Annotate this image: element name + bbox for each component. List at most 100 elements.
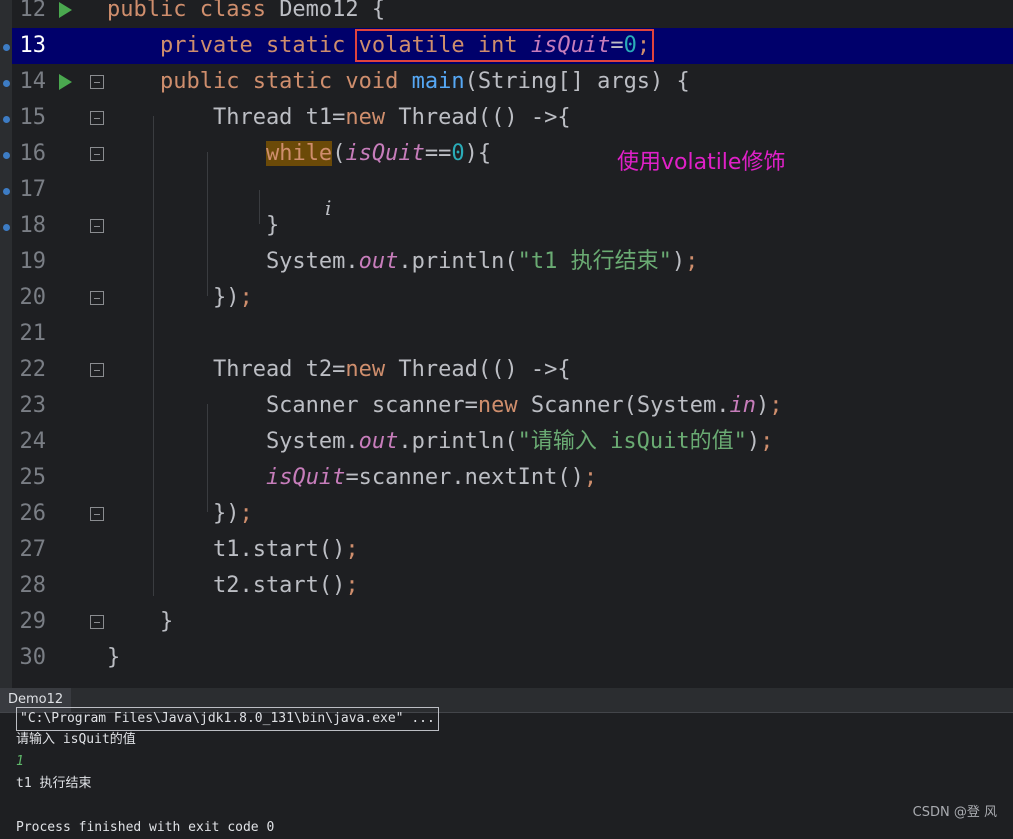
run-gutter-icon[interactable]	[59, 2, 72, 18]
code-line[interactable]: 23 Scanner scanner=new Scanner(System.in…	[12, 388, 1013, 424]
code-token: ){	[464, 141, 492, 166]
code-text: isQuit=scanner.nextInt();	[107, 460, 597, 496]
code-token: =	[610, 33, 624, 58]
code-text: });	[107, 280, 253, 316]
line-number: 14	[19, 69, 47, 94]
fold-toggle-icon[interactable]	[90, 507, 104, 521]
code-line[interactable]: 27 t1.start();	[12, 532, 1013, 568]
code-token: t1.start()	[107, 537, 346, 562]
code-token: Thread t2=	[107, 357, 346, 382]
code-token: )	[671, 249, 686, 274]
code-line[interactable]: 25 isQuit=scanner.nextInt();	[12, 460, 1013, 496]
line-number: 21	[19, 321, 47, 346]
fold-toggle-icon[interactable]	[90, 75, 104, 89]
code-text: public class Demo12 {	[107, 0, 385, 28]
line-number: 18	[19, 213, 47, 238]
code-token: new	[345, 105, 399, 130]
code-token: =scanner.nextInt()	[345, 465, 584, 490]
code-token: main	[411, 69, 465, 94]
code-token: ;	[239, 501, 253, 526]
line-number: 20	[19, 285, 47, 310]
code-line[interactable]: 28 t2.start();	[12, 568, 1013, 604]
code-token: }	[107, 609, 174, 634]
run-gutter-icon[interactable]	[59, 74, 72, 90]
code-token: ;	[685, 249, 699, 274]
console-command-line[interactable]: "C:\Program Files\Java\jdk1.8.0_131\bin\…	[16, 707, 439, 731]
fold-toggle-icon[interactable]	[90, 615, 104, 629]
fold-toggle-icon[interactable]	[90, 291, 104, 305]
code-token: private static	[107, 33, 359, 58]
line-number: 27	[19, 537, 47, 562]
line-number: 30	[19, 645, 47, 670]
line-number: 22	[19, 357, 47, 382]
fold-toggle-icon[interactable]	[90, 111, 104, 125]
code-token: Scanner scanner=	[107, 393, 478, 418]
code-token: ;	[583, 465, 598, 490]
highlight-box: volatile int isQuit=0;	[354, 29, 655, 62]
code-text: Thread t1=new Thread(() ->{	[107, 100, 571, 136]
code-text: System.out.println("t1 执行结束");	[107, 244, 698, 280]
code-token: t2.start()	[107, 573, 346, 598]
line-number: 15	[19, 105, 47, 130]
code-line[interactable]: 12 public class Demo12 {	[12, 0, 1013, 28]
code-text: });	[107, 496, 253, 532]
code-token: "t1 执行结束"	[517, 249, 672, 274]
code-text: }	[107, 604, 173, 640]
console-output-line: Process finished with exit code 0	[16, 820, 275, 835]
code-token: .println(	[398, 429, 518, 454]
code-token: ;	[636, 33, 651, 58]
line-number: 13	[19, 33, 47, 58]
code-token: "请输入 isQuit的值"	[517, 429, 747, 454]
code-text: t1.start();	[107, 532, 359, 568]
code-line[interactable]: 30}	[12, 640, 1013, 676]
line-number: 24	[19, 429, 47, 454]
code-token: })	[107, 501, 240, 526]
code-text: public static void main(String[] args) {	[107, 64, 690, 100]
code-editor[interactable]: 12 public class Demo12 {13 private static…	[12, 0, 1013, 688]
code-token: isQuit	[530, 33, 611, 58]
code-line[interactable]: 20 });	[12, 280, 1013, 316]
code-token: in	[729, 393, 757, 418]
class-icon	[3, 188, 10, 195]
code-line[interactable]: 26 });	[12, 496, 1013, 532]
fold-toggle-icon[interactable]	[90, 363, 104, 377]
code-line[interactable]: 18 }	[12, 208, 1013, 244]
line-number: 16	[19, 141, 47, 166]
code-line[interactable]: 19 System.out.println("t1 执行结束");	[12, 244, 1013, 280]
line-number: 23	[19, 393, 47, 418]
code-token: Demo12 {	[279, 0, 386, 22]
code-token: ;	[345, 573, 359, 598]
line-number: 25	[19, 465, 47, 490]
fold-toggle-icon[interactable]	[90, 219, 104, 233]
code-line[interactable]: 15 Thread t1=new Thread(() ->{	[12, 100, 1013, 136]
code-line[interactable]: 21	[12, 316, 1013, 352]
code-text: private static volatile int isQuit=0;	[107, 28, 655, 64]
text-cursor-icon: i	[325, 196, 332, 220]
code-line[interactable]: 16 while(isQuit==0){	[12, 136, 1013, 172]
left-tool-strip	[0, 0, 12, 688]
code-line[interactable]: 14 public static void main(String[] args…	[12, 64, 1013, 100]
code-token: )	[746, 429, 761, 454]
code-line[interactable]: 29 }	[12, 604, 1013, 640]
line-number: 26	[19, 501, 47, 526]
line-number: 19	[19, 249, 47, 274]
code-line[interactable]: 22 Thread t2=new Thread(() ->{	[12, 352, 1013, 388]
code-line[interactable]: 13 private static volatile int isQuit=0;	[12, 28, 1013, 64]
code-token: Thread(() ->{	[398, 357, 571, 382]
code-token: }	[107, 213, 280, 238]
code-token: System.	[107, 429, 359, 454]
code-line[interactable]: 24 System.out.println("请输入 isQuit的值");	[12, 424, 1013, 460]
fold-toggle-icon[interactable]	[90, 147, 104, 161]
code-text: Scanner scanner=new Scanner(System.in);	[107, 388, 783, 424]
code-line[interactable]: 17	[12, 172, 1013, 208]
code-token: System.	[107, 249, 359, 274]
code-token: Scanner(System.	[530, 393, 730, 418]
code-token: public class	[107, 0, 280, 22]
code-token: ;	[239, 285, 253, 310]
run-console[interactable]: "C:\Program Files\Java\jdk1.8.0_131\bin\…	[0, 707, 1013, 835]
code-token: (String[] args) {	[464, 69, 690, 94]
code-token: ==	[424, 141, 452, 166]
code-token: 0	[451, 141, 465, 166]
